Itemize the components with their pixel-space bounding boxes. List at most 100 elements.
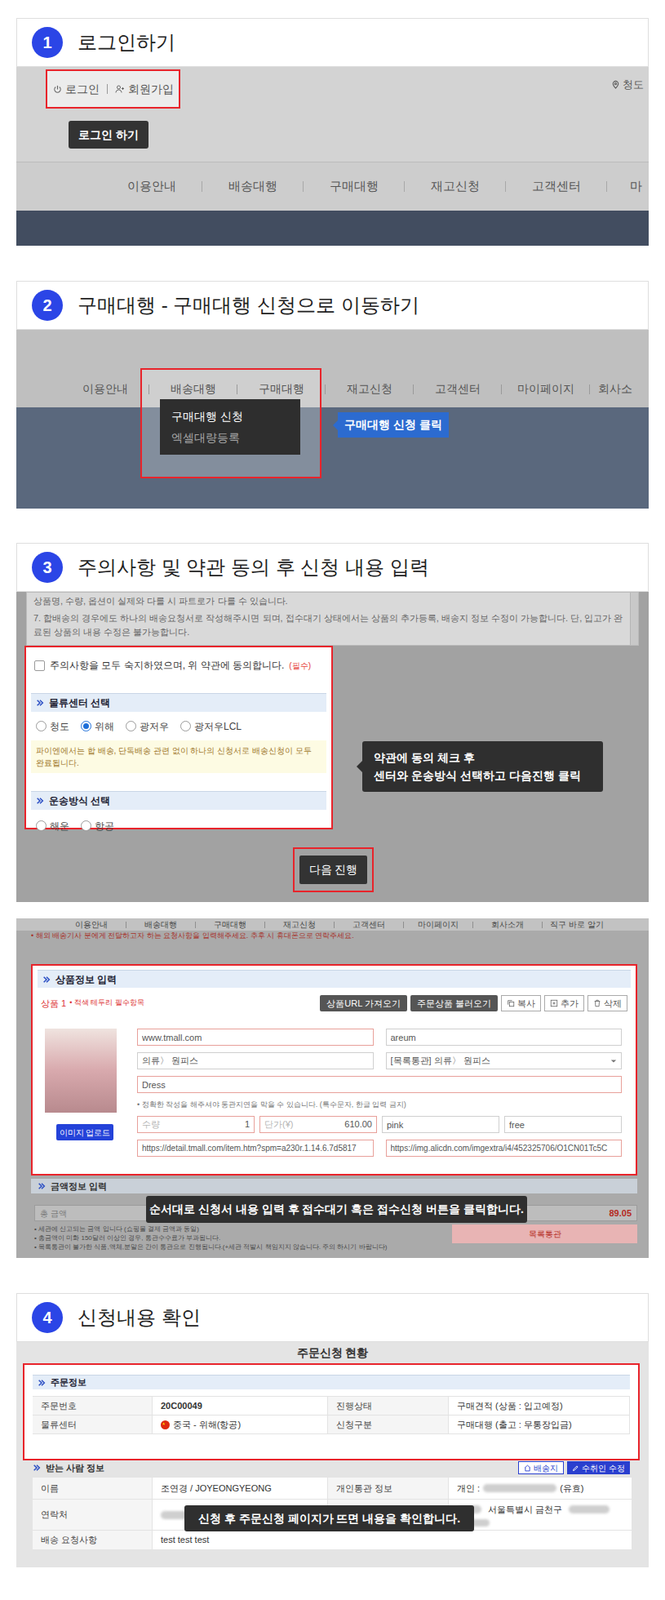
select-field[interactable]: [목록통관] 의류〉 원피스 bbox=[385, 1051, 623, 1069]
text-field[interactable] bbox=[381, 1115, 500, 1133]
toolbar-button[interactable]: 삭제 bbox=[587, 994, 628, 1011]
upload-button[interactable]: 이미지 업로드 bbox=[56, 1123, 114, 1140]
section-title: 주문정보 bbox=[50, 1374, 87, 1389]
number-field[interactable]: 수량1 bbox=[137, 1115, 255, 1133]
text-field[interactable] bbox=[385, 1139, 623, 1157]
radio[interactable] bbox=[125, 720, 137, 732]
nav-item[interactable]: 회사소개 bbox=[473, 917, 542, 931]
nav-item[interactable]: 재고신청 bbox=[265, 917, 334, 931]
text-field[interactable] bbox=[504, 1115, 622, 1133]
nav-separator bbox=[589, 384, 590, 395]
nav-item[interactable]: 이용안내 bbox=[57, 917, 126, 931]
dropdown-menu: 구매대행 신청엑셀대량등록 bbox=[159, 399, 301, 455]
nav-item[interactable]: 구매대행 bbox=[195, 917, 265, 931]
toolbar-button[interactable]: 주문상품 불러오기 bbox=[410, 994, 498, 1011]
nav-item[interactable]: 구매대행 bbox=[303, 177, 404, 196]
radio[interactable] bbox=[35, 820, 47, 831]
nav-item[interactable]: 회사소 bbox=[589, 380, 649, 398]
field-label: 단가(¥) bbox=[264, 1117, 293, 1131]
toolbar-buttons: 상품URL 가져오기주문상품 불러오기복사 추가 삭제 bbox=[319, 994, 628, 1011]
toolbar-button[interactable]: 복사 bbox=[500, 994, 541, 1011]
nav-item[interactable]: 재고신청 bbox=[404, 177, 506, 196]
nav-item[interactable]: 마이페이지 bbox=[501, 380, 590, 398]
number-field[interactable]: 단가(¥) 610.00 bbox=[259, 1115, 377, 1133]
field-value: 1 bbox=[244, 1117, 250, 1131]
radio[interactable] bbox=[180, 720, 191, 732]
nav-item[interactable]: 구매대행 bbox=[237, 380, 325, 398]
field-value: 구매대행 (출고 : 무통장입금) bbox=[448, 1414, 630, 1433]
item-toolbar: 상품 1• 적색 테두리 필수항목상품URL 가져오기주문상품 불러오기복사추가… bbox=[37, 993, 631, 1012]
address-line: 서울특별시 금천구 bbox=[456, 1502, 624, 1517]
customs-button[interactable]: 목록통관 bbox=[452, 1223, 638, 1243]
section-bar: 상품정보 입력 bbox=[37, 969, 631, 988]
callout: 신청 후 주문신청 페이지가 뜨면 내용을 확인합니다. bbox=[184, 1504, 475, 1531]
login-link[interactable]: 로그인 bbox=[53, 80, 100, 98]
text-field[interactable] bbox=[137, 1075, 622, 1093]
button-label: 추가 bbox=[560, 996, 579, 1011]
radio-label: 청도 bbox=[49, 718, 70, 734]
radio[interactable] bbox=[80, 720, 92, 732]
radio-label: 광저우LCL bbox=[194, 718, 242, 734]
radio-option[interactable]: 광저우 bbox=[125, 718, 169, 734]
radio[interactable] bbox=[35, 720, 47, 732]
next-button[interactable]: 다음 진행 bbox=[299, 855, 368, 884]
nav-separator bbox=[500, 384, 502, 395]
location-label: 청도 bbox=[622, 76, 644, 94]
text-field[interactable] bbox=[137, 1139, 374, 1157]
text-field[interactable] bbox=[137, 1051, 374, 1069]
field-value: 개인 :(유효) bbox=[448, 1476, 632, 1499]
order-highlight: 주문정보주문번호20C00049진행상태구매견적 (상품 : 입고예정)물류센터… bbox=[22, 1362, 640, 1460]
text-field[interactable] bbox=[137, 1028, 374, 1046]
agree-checkbox[interactable] bbox=[34, 660, 45, 671]
field-value: 20C00049 bbox=[152, 1396, 329, 1415]
nav-item[interactable]: 재고신청 bbox=[325, 380, 413, 398]
value-text: (유효) bbox=[559, 1480, 584, 1495]
radio-option[interactable]: 광저우LCL bbox=[180, 718, 242, 734]
field-value: 610.00 bbox=[344, 1117, 373, 1131]
callout: 구매대행 신청 클릭 bbox=[337, 412, 449, 438]
required-note: • 적색 테두리 필수항목 bbox=[69, 997, 145, 1009]
address-button[interactable]: 배송지 bbox=[518, 1460, 564, 1474]
signup-label: 회원가입 bbox=[128, 80, 174, 98]
button-label: 수취인 수정 bbox=[581, 1461, 626, 1474]
agree-label: 주의사항을 모두 숙지하였으며, 위 약관에 동의합니다. bbox=[49, 657, 284, 673]
select-value: [목록통관] 의류〉 원피스 bbox=[390, 1053, 491, 1068]
nav-separator bbox=[264, 921, 266, 928]
amount-note: • 목록통관이 불가한 식품,액체,분말은 간이 통관으로 진행됩니다.(+세관… bbox=[34, 1241, 435, 1251]
nav-item[interactable]: 고객센터 bbox=[413, 380, 501, 398]
scrollbar[interactable] bbox=[629, 592, 639, 645]
login-highlight: 로그인 회원가입 bbox=[45, 69, 181, 109]
toolbar-button[interactable]: 추가 bbox=[544, 994, 585, 1011]
radio-option[interactable]: 해운 bbox=[35, 818, 70, 834]
nav-item[interactable]: 배송대행 bbox=[202, 177, 303, 196]
section-bar: 운송방식 선택 bbox=[31, 790, 327, 810]
radio-option[interactable]: 청도 bbox=[35, 718, 70, 734]
radio-option[interactable]: 항공 bbox=[80, 818, 115, 834]
step-number: 1 bbox=[31, 26, 63, 58]
nav-separator bbox=[606, 181, 608, 192]
radio[interactable] bbox=[80, 820, 92, 831]
nav-item[interactable]: 이용안내 bbox=[61, 380, 149, 398]
location[interactable]: 청도 bbox=[611, 76, 644, 94]
nav-item[interactable]: 고객센터 bbox=[334, 917, 404, 931]
field-row: 수량1 단가(¥) 610.00 bbox=[137, 1115, 622, 1133]
nav-item[interactable]: 배송대행 bbox=[149, 380, 237, 398]
nav-item[interactable]: 이용안내 bbox=[101, 177, 202, 196]
field-label: 개인통관 정보 bbox=[328, 1476, 449, 1499]
edit-recipient-button[interactable]: 수취인 수정 bbox=[567, 1460, 630, 1474]
transport-wrap: 해운 항공 bbox=[31, 809, 327, 840]
toolbar-button[interactable]: 상품URL 가져오기 bbox=[319, 994, 408, 1011]
nav-item[interactable]: 직구 바로 알기 bbox=[542, 917, 612, 931]
amount-note: • 총금액이 미화 150달러 이상인 경우, 통관수수료가 부과됩니다. bbox=[34, 1232, 435, 1242]
radio-option[interactable]: 위해 bbox=[80, 718, 115, 734]
signup-link[interactable]: 회원가입 bbox=[115, 80, 174, 98]
dropdown-item[interactable]: 엑셀대량등록 bbox=[171, 426, 289, 448]
field-label: 이름 bbox=[32, 1476, 153, 1499]
dropdown-item[interactable]: 구매대행 신청 bbox=[171, 405, 289, 427]
nav-item[interactable]: 마 bbox=[607, 177, 649, 196]
nav-separator bbox=[324, 384, 326, 395]
nav-item[interactable]: 마이페이지 bbox=[403, 917, 473, 931]
nav-item[interactable]: 고객센터 bbox=[505, 177, 607, 196]
text-field[interactable] bbox=[385, 1028, 623, 1046]
nav-item[interactable]: 배송대행 bbox=[126, 917, 196, 931]
